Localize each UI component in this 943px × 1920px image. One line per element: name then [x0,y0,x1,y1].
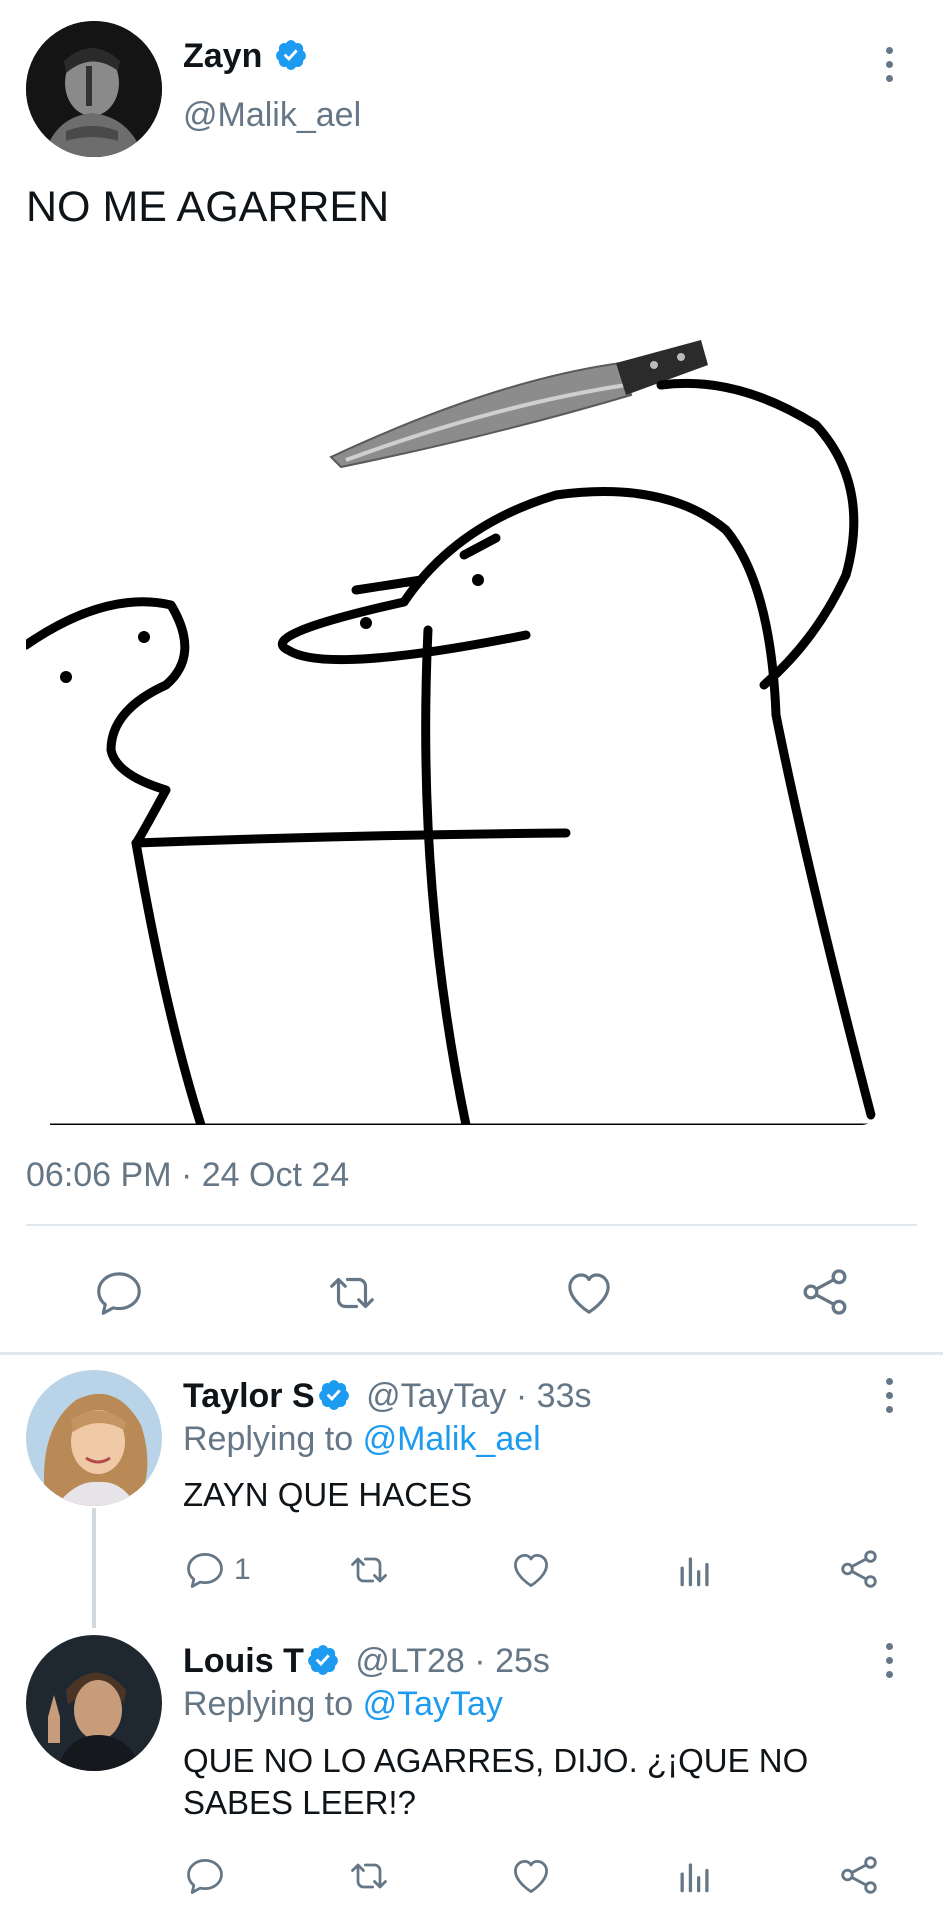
tweet-date: 24 Oct 24 [201,1156,350,1194]
author-handle[interactable]: @Malik_ael [183,95,361,135]
avatar-photo [26,21,162,157]
reply-icon[interactable] [183,1854,227,1898]
more-options-icon[interactable] [877,1641,901,1681]
replying-to-label: Replying to [183,1420,354,1458]
divider [26,1224,917,1226]
replying-to-link[interactable]: @Malik_ael [363,1420,541,1458]
share-icon[interactable] [797,1264,853,1320]
verified-badge-icon [318,1380,349,1410]
reply-count: 1 [234,1553,251,1586]
author-handle[interactable]: @LT28 [355,1642,465,1680]
separator-dot: · [180,1156,193,1194]
retweet-icon[interactable] [345,1854,393,1898]
author-name[interactable]: Louis T [183,1642,304,1680]
author-name[interactable]: Taylor S [183,1377,315,1415]
like-icon[interactable] [508,1854,554,1898]
like-icon[interactable] [508,1548,554,1592]
like-icon[interactable] [561,1266,617,1320]
more-options-icon[interactable] [877,45,901,85]
section-divider [0,1352,943,1355]
tweet-text-line: QUE NO LO AGARRES, DIJO. ¿¡QUE NO [183,1742,809,1779]
separator-dot: · [515,1377,528,1415]
replying-to-link[interactable]: @TayTay [363,1685,503,1723]
tweet-age: 25s [495,1642,550,1680]
tweet-time: 06:06 PM [26,1156,172,1194]
retweet-icon[interactable] [323,1266,381,1320]
meme-drawing [26,245,876,1125]
tweet-age: 33s [536,1377,592,1415]
share-icon[interactable] [836,1852,882,1898]
tweet-text-line: SABES LEER!? [183,1784,416,1821]
avatar-photo [26,1635,162,1771]
tweet-text: NO ME AGARREN [26,183,390,231]
analytics-icon[interactable] [673,1854,717,1898]
share-icon[interactable] [836,1546,882,1592]
reply-icon[interactable] [92,1266,146,1320]
replying-to-label: Replying to [183,1685,354,1723]
tweet-image[interactable] [26,245,876,1125]
avatar[interactable] [26,1635,162,1771]
thread-line [92,1508,96,1628]
author-handle[interactable]: @TayTay [366,1377,506,1415]
reply-icon[interactable] [183,1548,227,1592]
author-name[interactable]: Zayn [183,37,262,75]
avatar[interactable] [26,1370,162,1506]
avatar[interactable] [26,21,162,157]
separator-dot: · [474,1642,486,1680]
more-options-icon[interactable] [877,1376,901,1416]
analytics-icon[interactable] [673,1548,717,1592]
tweet-text: ZAYN QUE HACES [183,1476,473,1513]
tweet-text: QUE NO LO AGARRES, DIJO. ¿¡QUE NO SABES … [183,1740,808,1824]
verified-badge-icon [308,1645,338,1675]
avatar-photo [26,1370,162,1506]
retweet-icon[interactable] [345,1548,393,1592]
verified-badge-icon [275,40,306,70]
